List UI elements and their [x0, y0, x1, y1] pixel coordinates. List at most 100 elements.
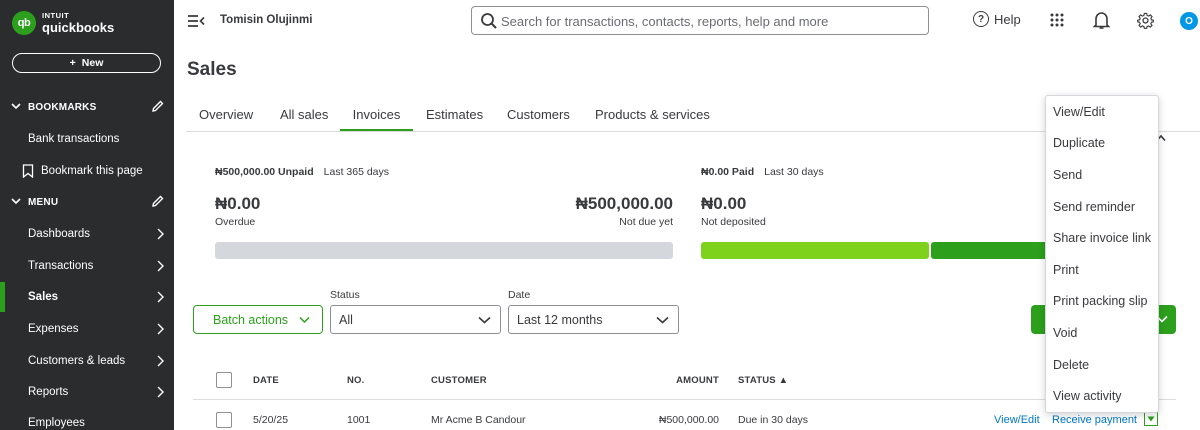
caret-down-icon: [1147, 416, 1155, 422]
not-deposited-bar[interactable]: [701, 242, 929, 259]
overdue-amount: ₦0.00: [215, 194, 261, 213]
chevron-right-icon: [157, 291, 164, 303]
chevron-down-icon: [299, 316, 310, 324]
not-deposited-label: Not deposited: [701, 216, 766, 228]
bookmarks-section-header[interactable]: BOOKMARKS: [0, 92, 174, 122]
paid-total: ₦0.00 Paid: [701, 166, 755, 178]
chevron-right-icon: [157, 386, 164, 398]
sidebar-item-sales[interactable]: Sales: [0, 282, 174, 312]
menu-item-send-reminder[interactable]: Send reminder: [1053, 200, 1135, 214]
tab-overview[interactable]: Overview: [199, 100, 253, 132]
new-button[interactable]: + New: [12, 53, 161, 73]
user-avatar[interactable]: O: [1180, 12, 1198, 30]
sidebar-item-label: Dashboards: [28, 228, 91, 240]
search-input[interactable]: [501, 11, 921, 31]
help-button[interactable]: ? Help: [973, 11, 1021, 27]
tab-products-services[interactable]: Products & services: [595, 100, 710, 132]
row-receive-payment-link[interactable]: Receive payment: [1052, 414, 1137, 426]
app-grid-icon[interactable]: [1050, 13, 1064, 27]
status-filter-value: All: [339, 312, 353, 327]
column-header-date[interactable]: DATE: [253, 375, 279, 386]
sidebar-item-transactions[interactable]: Transactions: [0, 251, 174, 281]
column-header-customer[interactable]: CUSTOMER: [431, 375, 487, 386]
chevron-down-icon: [11, 198, 21, 205]
paid-period: Last 30 days: [764, 166, 824, 178]
menu-item-send[interactable]: Send: [1053, 168, 1082, 182]
sidebar-item-employees[interactable]: Employees: [0, 408, 174, 430]
unpaid-period: Last 365 days: [323, 166, 390, 178]
settings-gear-icon[interactable]: [1137, 12, 1154, 29]
sidebar-item-reports[interactable]: Reports: [0, 377, 174, 407]
select-all-checkbox[interactable]: [216, 372, 232, 388]
notifications-bell-icon[interactable]: [1093, 11, 1110, 30]
row-view-edit-link[interactable]: View/Edit: [994, 414, 1040, 426]
help-label: Help: [994, 11, 1021, 27]
global-search[interactable]: [471, 6, 929, 35]
sidebar-item-label: Bookmark this page: [41, 165, 143, 177]
chevron-down-icon: [478, 316, 491, 324]
menu-item-print[interactable]: Print: [1053, 263, 1079, 277]
menu-label: MENU: [28, 196, 59, 208]
tab-all-sales[interactable]: All sales: [280, 100, 328, 132]
quickbooks-logo[interactable]: qb INTUIT quickbooks: [12, 11, 114, 35]
date-filter-label: Date: [508, 289, 531, 301]
table-header-divider: [193, 399, 1176, 400]
page-title: Sales: [187, 59, 237, 80]
sidebar-item-bank-transactions[interactable]: Bank transactions: [0, 124, 174, 154]
row-checkbox[interactable]: [216, 412, 232, 428]
tab-estimates[interactable]: Estimates: [426, 100, 483, 132]
collapse-menu-icon[interactable]: [187, 14, 205, 28]
row-amount: ₦500,000.00: [658, 414, 719, 426]
not-due-label: Not due yet: [619, 216, 673, 228]
row-actions-menu: View/Edit Duplicate Send Send reminder S…: [1045, 95, 1159, 413]
sidebar-item-dashboards[interactable]: Dashboards: [0, 219, 174, 249]
unpaid-summary-header: ₦500,000.00 Unpaid Last 365 days: [215, 166, 389, 178]
sidebar-item-label: Bank transactions: [28, 133, 120, 145]
menu-item-print-packing-slip[interactable]: Print packing slip: [1053, 294, 1148, 308]
sidebar-item-bookmark-this-page[interactable]: Bookmark this page: [0, 156, 174, 186]
edit-menu-pencil-icon[interactable]: [151, 194, 165, 208]
plus-icon: +: [69, 57, 76, 69]
chevron-right-icon: [157, 260, 164, 272]
date-filter-select[interactable]: Last 12 months: [508, 305, 679, 334]
tab-customers[interactable]: Customers: [507, 100, 570, 132]
column-header-no[interactable]: NO.: [347, 375, 365, 386]
sidebar-item-label: Reports: [28, 386, 69, 398]
menu-item-void[interactable]: Void: [1053, 326, 1077, 340]
column-header-status[interactable]: STATUS ▲: [738, 375, 788, 386]
quickbooks-wordmark: quickbooks: [42, 19, 115, 35]
sidebar-item-label: Sales: [28, 291, 59, 303]
row-date: 5/20/25: [253, 414, 289, 426]
unpaid-progress-bar[interactable]: [215, 242, 673, 259]
menu-section-header[interactable]: MENU: [0, 187, 174, 217]
batch-actions-label: Batch actions: [213, 312, 289, 327]
chevron-right-icon: [157, 228, 164, 240]
sidebar-item-customers-leads[interactable]: Customers & leads: [0, 346, 174, 376]
menu-item-view-edit[interactable]: View/Edit: [1053, 105, 1105, 119]
menu-item-duplicate[interactable]: Duplicate: [1053, 136, 1105, 150]
column-header-amount[interactable]: AMOUNT: [660, 375, 719, 386]
menu-item-view-activity[interactable]: View activity: [1053, 389, 1122, 403]
company-user-name: Tomisin Olujinmi: [220, 14, 313, 26]
search-icon: [481, 13, 497, 29]
status-filter-select[interactable]: All: [330, 305, 501, 334]
row-number: 1001: [347, 414, 371, 426]
deposited-bar[interactable]: [931, 242, 1046, 259]
not-due-amount: ₦500,000.00: [575, 194, 673, 213]
edit-bookmarks-pencil-icon[interactable]: [151, 99, 165, 113]
chevron-right-icon: [157, 323, 164, 335]
row-customer: Mr Acme B Candour: [431, 414, 526, 426]
batch-actions-button[interactable]: Batch actions: [193, 305, 323, 334]
sidebar-item-expenses[interactable]: Expenses: [0, 314, 174, 344]
new-button-label: New: [81, 57, 104, 69]
left-sidebar: qb INTUIT quickbooks + New BOOKMARKS Ban…: [0, 0, 174, 430]
menu-item-share-invoice-link[interactable]: Share invoice link: [1053, 231, 1151, 245]
chevron-down-icon: [656, 316, 669, 324]
intuit-wordmark: INTUIT: [42, 11, 70, 21]
sidebar-item-label: Customers & leads: [28, 355, 126, 367]
tab-invoices[interactable]: Invoices: [340, 100, 413, 132]
row-actions-dropdown[interactable]: [1144, 412, 1158, 426]
menu-item-delete[interactable]: Delete: [1053, 358, 1089, 372]
status-filter-label: Status: [330, 289, 360, 301]
chevron-right-icon: [157, 355, 164, 367]
